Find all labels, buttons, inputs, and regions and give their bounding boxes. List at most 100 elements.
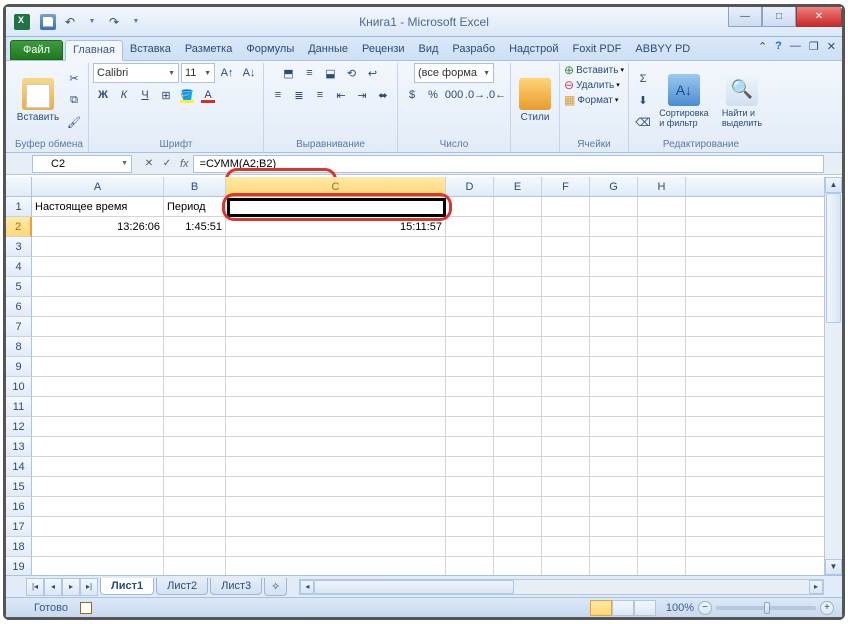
cell-A15[interactable] (32, 477, 164, 497)
cell-E18[interactable] (494, 537, 542, 557)
ribbon-tab-foxit pdf[interactable]: Foxit PDF (566, 40, 629, 60)
cell-C13[interactable] (226, 437, 446, 457)
cell-H16[interactable] (638, 497, 686, 517)
cell-F7[interactable] (542, 317, 590, 337)
row-header-1[interactable]: 1 (6, 197, 32, 217)
cell-C14[interactable] (226, 457, 446, 477)
autosum-button[interactable]: Σ (633, 69, 653, 89)
formula-bar[interactable]: =СУММ(A2;B2) (193, 155, 824, 173)
cell-B9[interactable] (164, 357, 226, 377)
cell-G17[interactable] (590, 517, 638, 537)
cell-B11[interactable] (164, 397, 226, 417)
undo-dropdown[interactable]: ▼ (84, 14, 100, 30)
workbook-close-icon[interactable]: ✕ (827, 40, 836, 53)
cell-G16[interactable] (590, 497, 638, 517)
cell-D8[interactable] (446, 337, 494, 357)
cell-C3[interactable] (226, 237, 446, 257)
zoom-in-button[interactable]: + (820, 601, 834, 615)
cell-E1[interactable] (494, 197, 542, 217)
cell-E8[interactable] (494, 337, 542, 357)
cell-A5[interactable] (32, 277, 164, 297)
page-break-view-button[interactable] (634, 600, 656, 616)
cell-D19[interactable] (446, 557, 494, 575)
vertical-scrollbar[interactable]: ▲ ▼ (824, 177, 842, 575)
percent-button[interactable]: % (423, 85, 443, 105)
cell-B8[interactable] (164, 337, 226, 357)
redo-button[interactable]: ↷ (106, 14, 122, 30)
cell-E17[interactable] (494, 517, 542, 537)
paste-button[interactable]: Вставить (14, 68, 62, 134)
cell-D13[interactable] (446, 437, 494, 457)
cell-G4[interactable] (590, 257, 638, 277)
delete-cells-button[interactable]: ⊖Удалить ▾ (564, 78, 624, 92)
row-header-10[interactable]: 10 (6, 377, 32, 397)
enter-formula-button[interactable]: ✓ (158, 155, 176, 173)
row-header-13[interactable]: 13 (6, 437, 32, 457)
cell-H2[interactable] (638, 217, 686, 237)
cell-D5[interactable] (446, 277, 494, 297)
align-center-button[interactable]: ≣ (289, 85, 309, 105)
cell-B6[interactable] (164, 297, 226, 317)
cell-C9[interactable] (226, 357, 446, 377)
ribbon-tab-надстрой[interactable]: Надстрой (502, 40, 565, 60)
cell-D2[interactable] (446, 217, 494, 237)
currency-button[interactable]: $ (402, 85, 422, 105)
cell-G15[interactable] (590, 477, 638, 497)
cell-G3[interactable] (590, 237, 638, 257)
cell-G11[interactable] (590, 397, 638, 417)
cell-B1[interactable]: Период (164, 197, 226, 217)
page-layout-view-button[interactable] (612, 600, 634, 616)
cell-C15[interactable] (226, 477, 446, 497)
cell-C6[interactable] (226, 297, 446, 317)
cell-F15[interactable] (542, 477, 590, 497)
cell-A4[interactable] (32, 257, 164, 277)
cell-F14[interactable] (542, 457, 590, 477)
row-header-14[interactable]: 14 (6, 457, 32, 477)
zoom-value[interactable]: 100% (666, 602, 694, 614)
cell-F8[interactable] (542, 337, 590, 357)
cell-A1[interactable]: Настоящее время (32, 197, 164, 217)
cell-H7[interactable] (638, 317, 686, 337)
ribbon-tab-вставка[interactable]: Вставка (123, 40, 178, 60)
cell-A8[interactable] (32, 337, 164, 357)
cell-B18[interactable] (164, 537, 226, 557)
decrease-indent-button[interactable]: ⇤ (331, 85, 351, 105)
help-icon[interactable]: ? (775, 40, 782, 53)
cell-styles-button[interactable]: Стили (515, 68, 555, 134)
row-header-8[interactable]: 8 (6, 337, 32, 357)
row-header-17[interactable]: 17 (6, 517, 32, 537)
row-header-11[interactable]: 11 (6, 397, 32, 417)
cell-B4[interactable] (164, 257, 226, 277)
cell-B13[interactable] (164, 437, 226, 457)
ribbon-tab-разрабо[interactable]: Разрабо (445, 40, 502, 60)
horizontal-scrollbar[interactable]: ◂ ▸ (299, 579, 824, 595)
qat-customize[interactable]: ▼ (128, 14, 144, 30)
number-format-combo[interactable]: (все форма▼ (414, 63, 494, 83)
cell-B10[interactable] (164, 377, 226, 397)
bold-button[interactable]: Ж (93, 85, 113, 105)
zoom-thumb[interactable] (764, 602, 770, 614)
ribbon-tab-главная[interactable]: Главная (65, 40, 123, 61)
column-header-F[interactable]: F (542, 177, 590, 197)
sheet-nav-first[interactable]: |◂ (26, 578, 44, 596)
cell-E10[interactable] (494, 377, 542, 397)
find-select-button[interactable]: 🔍 Найти и выделить (715, 68, 769, 134)
cell-C18[interactable] (226, 537, 446, 557)
cell-C12[interactable] (226, 417, 446, 437)
align-middle-button[interactable]: ≡ (300, 63, 320, 83)
cell-G7[interactable] (590, 317, 638, 337)
cell-G18[interactable] (590, 537, 638, 557)
border-button[interactable]: ⊞ (156, 85, 176, 105)
row-header-19[interactable]: 19 (6, 557, 32, 575)
cell-E11[interactable] (494, 397, 542, 417)
workbook-restore-icon[interactable]: ❐ (809, 40, 819, 53)
row-header-6[interactable]: 6 (6, 297, 32, 317)
scroll-left-button[interactable]: ◂ (300, 580, 314, 594)
save-button[interactable] (40, 14, 56, 30)
cell-G1[interactable] (590, 197, 638, 217)
cell-A6[interactable] (32, 297, 164, 317)
merge-button[interactable]: ⬌ (373, 85, 393, 105)
row-header-18[interactable]: 18 (6, 537, 32, 557)
cell-D10[interactable] (446, 377, 494, 397)
worksheet-grid[interactable]: ABCDEFGH1Настоящее времяПериодИтоговое п… (6, 177, 842, 575)
